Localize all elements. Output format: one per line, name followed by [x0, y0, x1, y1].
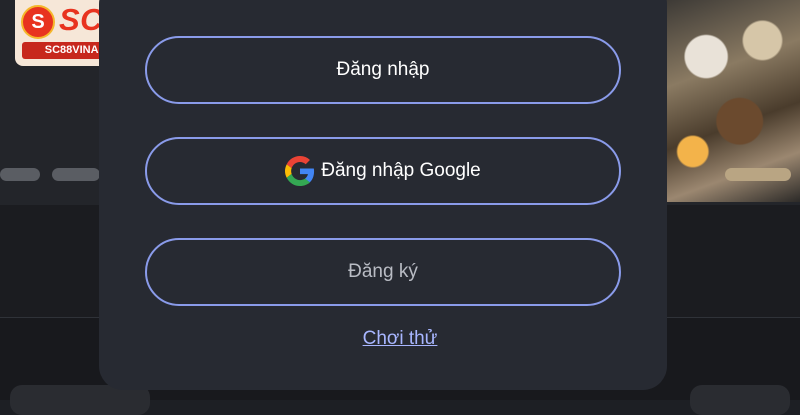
carousel-dot[interactable] — [0, 168, 40, 181]
register-button-label: Đăng ký — [348, 261, 418, 282]
logo-mark: S — [21, 5, 55, 39]
carousel-dot[interactable] — [52, 168, 100, 181]
google-icon — [285, 156, 315, 186]
try-play-link[interactable]: Chơi thử — [0, 328, 800, 350]
login-button[interactable]: Đăng nhập — [145, 36, 621, 104]
login-button-label: Đăng nhập — [336, 59, 430, 80]
google-login-button[interactable]: Đăng nhập Google — [145, 137, 621, 205]
game-card[interactable] — [690, 385, 790, 415]
register-button[interactable]: Đăng ký — [145, 238, 621, 306]
google-login-label: Đăng nhập Google — [321, 160, 481, 181]
carousel-dot[interactable] — [725, 168, 791, 181]
